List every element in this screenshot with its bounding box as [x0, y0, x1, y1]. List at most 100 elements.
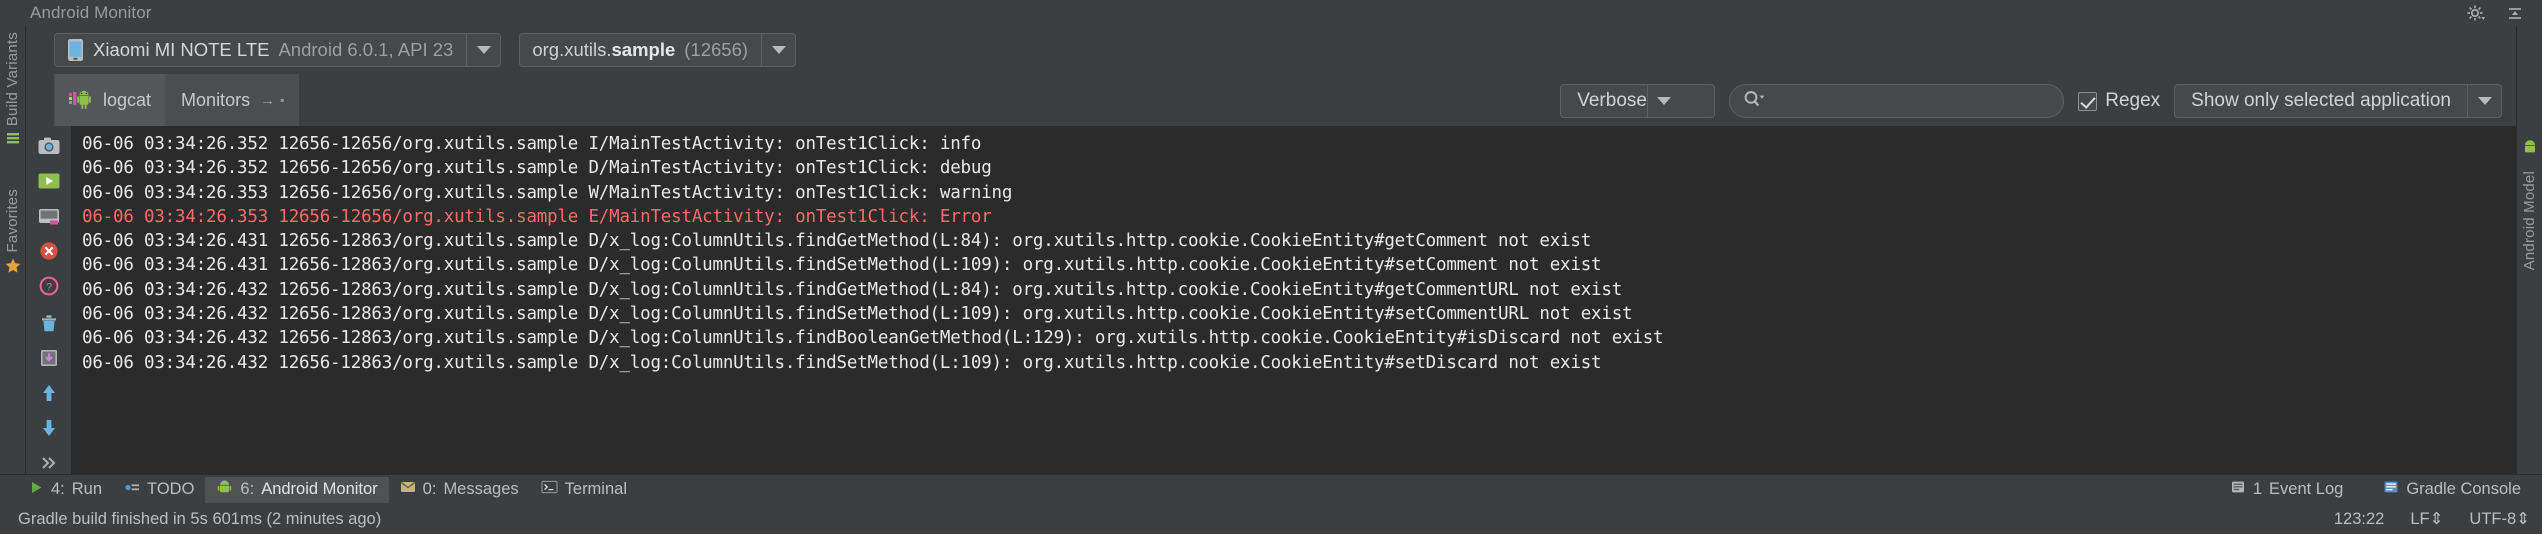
log-line: 06-06 03:34:26.431 12656-12863/org.xutil…: [82, 231, 1592, 252]
log-line: 06-06 03:34:26.432 12656-12863/org.xutil…: [82, 352, 1602, 373]
more-icon[interactable]: [36, 451, 62, 474]
process-selector-face[interactable]: org.xutils.sample (12656): [520, 34, 761, 66]
phone-icon: [67, 38, 84, 62]
log-line: 06-06 03:34:26.431 12656-12863/org.xutil…: [82, 255, 1602, 276]
page-title: Android Monitor: [30, 3, 152, 22]
log-line: 06-06 03:34:26.352 12656-12656/org.xutil…: [82, 134, 982, 154]
tool-window-run[interactable]: 4: Run: [18, 477, 113, 503]
regex-toggle[interactable]: Regex: [2078, 90, 2160, 112]
tool-window-android-monitor-label: Android Monitor: [261, 480, 378, 498]
tool-window-run-number: 4:: [51, 480, 65, 498]
tool-window-todo[interactable]: TODO: [113, 477, 205, 503]
camera-icon[interactable]: [36, 134, 62, 157]
logcat-filter-bar: Verbose Regex Show only selected applica…: [1560, 84, 2502, 118]
tool-window-messages-label: Messages: [443, 480, 519, 498]
log-level-value[interactable]: Verbose: [1561, 85, 1647, 117]
scroll-down-icon[interactable]: [36, 416, 62, 439]
search-box[interactable]: [1729, 84, 2065, 118]
left-tool-rail: Build Variants Favorites: [0, 26, 26, 474]
process-pid: (12656): [684, 39, 749, 60]
android-monitor-window: Android Monitor Build Variants Favorites…: [0, 0, 2542, 534]
search-input[interactable]: [1770, 91, 2052, 111]
log-line: 06-06 03:34:26.432 12656-12863/org.xutil…: [82, 304, 1633, 325]
caret-position[interactable]: 123:22: [2334, 510, 2384, 529]
log-line: 06-06 03:34:26.352 12656-12656/org.xutil…: [82, 158, 992, 179]
chevron-down-icon: [1657, 97, 1672, 105]
play-icon[interactable]: [36, 169, 62, 192]
sidebar-item-android-model[interactable]: Android Model: [2521, 171, 2538, 270]
titlebar-actions: [2466, 0, 2532, 26]
star-icon: [4, 257, 22, 280]
tool-window-gradle-console[interactable]: Gradle Console: [2372, 477, 2532, 502]
process-selector-chevron[interactable]: [761, 34, 795, 66]
tab-monitors[interactable]: Monitors → ▪: [166, 74, 300, 126]
log-level-chevron[interactable]: [1646, 85, 1681, 117]
tool-window-event-log[interactable]: 1 Event Log: [2219, 477, 2355, 502]
stop-icon[interactable]: [36, 239, 62, 262]
log-level-selector[interactable]: Verbose: [1560, 84, 1716, 118]
process-selector[interactable]: org.xutils.sample (12656): [519, 33, 797, 67]
device-selector-face[interactable]: Xiaomi MI NOTE LTE Android 6.0.1, API 23: [55, 34, 466, 66]
app-filter-value[interactable]: Show only selected application: [2175, 85, 2467, 117]
detach-arrow-icon: →: [260, 91, 276, 109]
android-robot-icon: [69, 89, 95, 111]
logcat-output[interactable]: 06-06 03:34:26.352 12656-12656/org.xutil…: [72, 126, 2516, 474]
app-filter-chevron[interactable]: [2467, 85, 2501, 117]
hide-window-icon[interactable]: [2504, 3, 2526, 23]
regex-checkbox[interactable]: [2078, 91, 2098, 111]
main-body: Build Variants Favorites Xiaomi MI NOTE …: [0, 26, 2542, 474]
monitor-center: Xiaomi MI NOTE LTE Android 6.0.1, API 23…: [26, 26, 2516, 474]
tab-monitors-label: Monitors: [181, 89, 251, 110]
tool-window-run-label: Run: [71, 480, 103, 498]
scroll-up-icon[interactable]: [36, 381, 62, 404]
device-selector[interactable]: Xiaomi MI NOTE LTE Android 6.0.1, API 23: [54, 33, 502, 67]
sidebar-item-build-variants[interactable]: Build Variants: [4, 32, 21, 126]
trash-icon[interactable]: [36, 311, 62, 334]
logcat-tabstrip: logcat Monitors → ▪: [26, 74, 300, 126]
search-icon: [1742, 89, 1766, 114]
android-robot-icon: [216, 479, 233, 500]
sidebar-item-favorites[interactable]: Favorites: [4, 189, 21, 253]
log-line: 06-06 03:34:26.353 12656-12656/org.xutil…: [82, 182, 1013, 203]
help-icon[interactable]: ?: [36, 274, 62, 297]
screen-record-icon[interactable]: [36, 204, 62, 227]
svg-text:?: ?: [45, 281, 51, 293]
todo-icon: [124, 480, 140, 500]
device-name: Xiaomi MI NOTE LTE: [93, 39, 270, 60]
android-model-icon: [2522, 140, 2538, 161]
device-selector-chevron[interactable]: [466, 34, 500, 66]
chevron-down-icon: [2477, 97, 2492, 105]
line-separator[interactable]: LF⇕: [2410, 509, 2443, 529]
tool-window-android-monitor-number: 6:: [240, 480, 255, 498]
tab-logcat-label: logcat: [103, 89, 152, 110]
window-titlebar: Android Monitor: [0, 0, 2542, 26]
regex-label: Regex: [2105, 90, 2161, 111]
gradle-console-label: Gradle Console: [2406, 480, 2521, 498]
export-icon[interactable]: [36, 346, 62, 369]
log-line: 06-06 03:34:26.432 12656-12863/org.xutil…: [82, 328, 1664, 349]
chevron-down-icon: [771, 46, 786, 54]
tool-window-android-monitor[interactable]: 6: Android Monitor: [205, 476, 389, 503]
event-log-count: 1: [2252, 480, 2263, 498]
tool-window-todo-label: TODO: [147, 480, 195, 498]
tool-window-messages-number: 0:: [422, 480, 437, 498]
gradle-console-icon: [2383, 480, 2399, 499]
tool-window-terminal[interactable]: Terminal: [530, 477, 638, 502]
process-package: org.xutils.sample: [532, 39, 676, 60]
logcat-area: ? 06-06 03:34:26.352 12656-12656/org.xut…: [26, 126, 2516, 474]
pin-icon: ▪: [280, 93, 285, 107]
encoding[interactable]: UTF-8⇕: [2469, 509, 2530, 529]
terminal-icon: [541, 480, 558, 499]
logcat-tabs-row: logcat Monitors → ▪ Verbose Regex Show o…: [26, 74, 2516, 126]
app-filter-selector[interactable]: Show only selected application: [2174, 84, 2502, 118]
messages-icon: [400, 480, 416, 499]
device-process-row: Xiaomi MI NOTE LTE Android 6.0.1, API 23…: [26, 26, 2516, 74]
tool-window-messages[interactable]: 0: Messages: [389, 477, 530, 502]
gear-icon[interactable]: [2466, 3, 2488, 23]
log-line: 06-06 03:34:26.432 12656-12863/org.xutil…: [82, 279, 1623, 300]
tab-logcat[interactable]: logcat: [54, 74, 167, 126]
status-bar: Gradle build finished in 5s 601ms (2 min…: [0, 504, 2542, 534]
event-log-icon: [2230, 480, 2246, 499]
status-message: Gradle build finished in 5s 601ms (2 min…: [18, 509, 382, 528]
play-green-icon: [29, 480, 44, 500]
